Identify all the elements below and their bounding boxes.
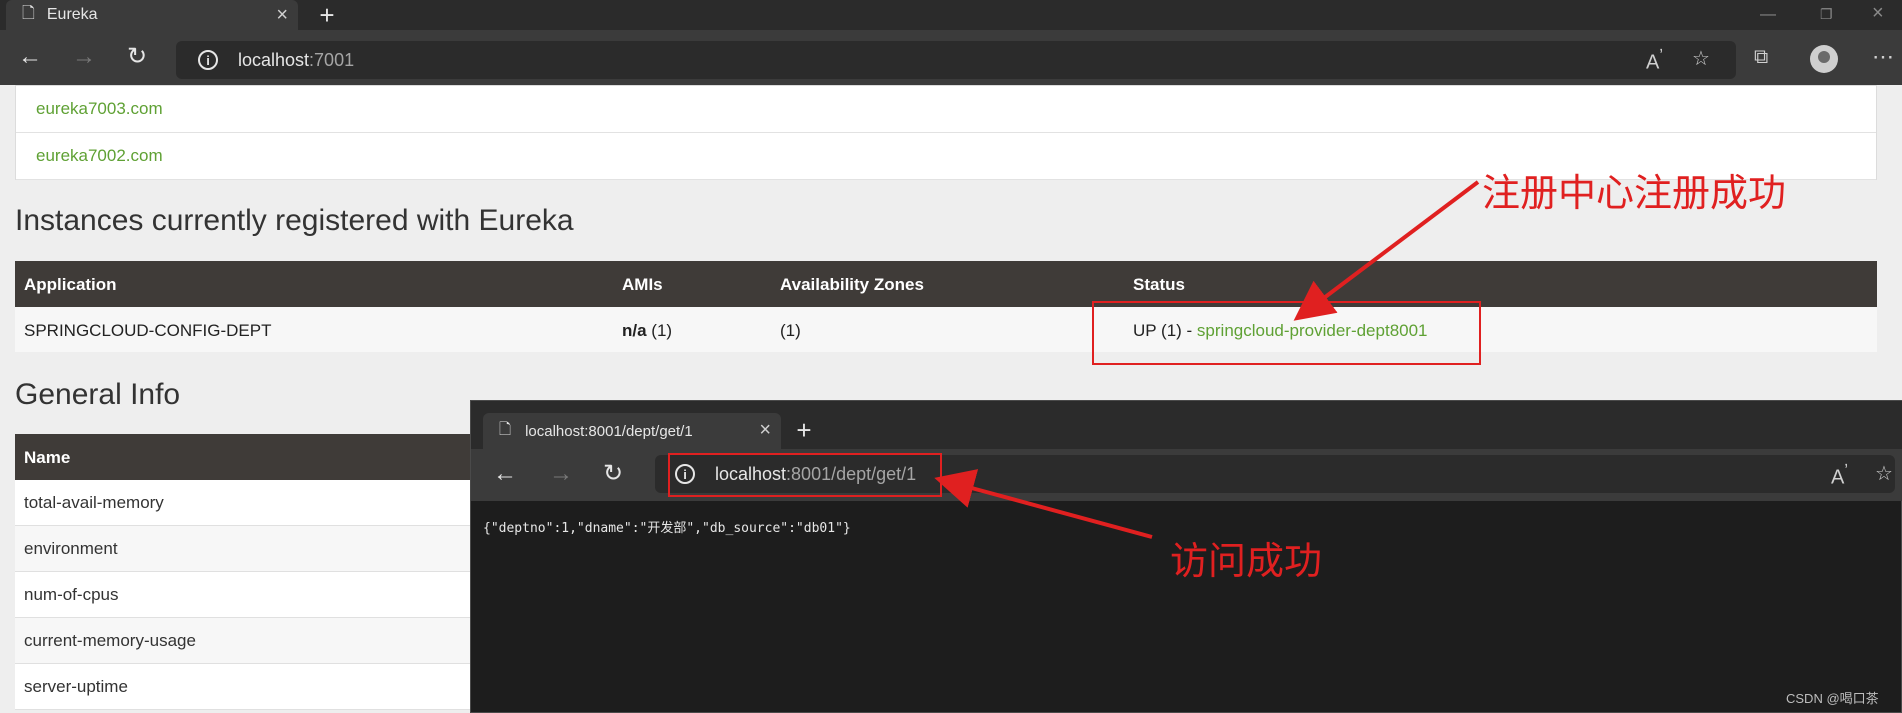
table-header: Name	[15, 434, 480, 480]
profile-avatar[interactable]	[1810, 45, 1838, 73]
header-status: Status	[1133, 275, 1185, 294]
minimize-icon[interactable]: —	[1760, 6, 1776, 24]
info-icon[interactable]: i	[198, 50, 218, 70]
amis-bold: n/a	[622, 321, 647, 340]
reload-icon[interactable]: ↻	[603, 461, 623, 487]
favorite-icon[interactable]: ☆	[1875, 461, 1893, 486]
table-row: environment	[15, 526, 480, 572]
forward-icon[interactable]: →	[72, 44, 96, 70]
address-host: localhost	[238, 49, 310, 70]
new-tab-button[interactable]: +	[789, 413, 819, 449]
address-port: :7001	[309, 49, 355, 70]
tab-title: Eureka	[46, 6, 98, 23]
close-icon[interactable]: ×	[759, 419, 771, 442]
table-row: num-of-cpus	[15, 572, 480, 618]
tab-title: localhost:8001/dept/get/1	[525, 422, 693, 440]
header-zones: Availability Zones	[780, 275, 924, 294]
tab-eureka[interactable]: 🗋 Eureka ×	[6, 0, 298, 30]
header-name: Name	[24, 448, 71, 467]
annotation-registered: 注册中心注册成功	[1482, 171, 1787, 215]
table-header: Application AMIs Availability Zones Stat…	[15, 261, 1877, 307]
general-info-heading: General Info	[15, 378, 181, 411]
replica-link-7003[interactable]: eureka7003.com	[16, 86, 1876, 133]
maximize-icon[interactable]: ❐	[1820, 6, 1833, 23]
new-tab-button[interactable]: +	[312, 0, 342, 30]
header-amis: AMIs	[622, 275, 663, 294]
table-row: SPRINGCLOUD-CONFIG-DEPT n/a (1) (1) UP (…	[15, 307, 1877, 352]
application-name: SPRINGCLOUD-CONFIG-DEPT	[24, 321, 272, 340]
amis-value: n/a (1)	[622, 321, 672, 341]
amis-count: (1)	[646, 321, 673, 340]
page-icon: 🗋	[499, 420, 512, 438]
reload-icon[interactable]: ↻	[127, 44, 147, 70]
table-row: server-uptime	[15, 664, 480, 710]
json-response: {"deptno":1,"dname":"开发部","db_source":"d…	[483, 521, 851, 536]
back-icon[interactable]: ←	[493, 461, 517, 487]
instances-table: Application AMIs Availability Zones Stat…	[15, 261, 1877, 352]
table-row: total-avail-memory	[15, 480, 480, 526]
header-application: Application	[24, 275, 117, 294]
read-aloud-icon[interactable]: Aʼ	[1831, 461, 1848, 490]
general-info-table: Name total-avail-memory environment num-…	[15, 434, 480, 710]
highlight-box-address	[668, 453, 942, 497]
back-icon[interactable]: ←	[18, 44, 42, 70]
read-aloud-icon[interactable]: Aʼ	[1646, 46, 1663, 75]
zones-value: (1)	[780, 321, 801, 340]
page-icon: 🗋	[22, 4, 35, 22]
forward-icon[interactable]: →	[549, 461, 573, 487]
close-icon[interactable]: ×	[276, 4, 288, 27]
watermark: CSDN @喝口茶	[1786, 691, 1879, 706]
instances-heading: Instances currently registered with Eure…	[15, 204, 574, 237]
favorite-icon[interactable]: ☆	[1692, 46, 1710, 71]
annotation-access-ok: 访问成功	[1170, 539, 1323, 583]
address-bar[interactable]: i localhost:7001	[176, 41, 1736, 79]
tab-dept[interactable]: 🗋 localhost:8001/dept/get/1 ×	[483, 413, 781, 449]
window-close-icon[interactable]: ×	[1872, 2, 1884, 25]
collections-icon[interactable]: ⧉	[1754, 46, 1768, 69]
highlight-box-status	[1092, 301, 1481, 365]
table-row: current-memory-usage	[15, 618, 480, 664]
more-icon[interactable]: ⋯	[1872, 44, 1894, 70]
